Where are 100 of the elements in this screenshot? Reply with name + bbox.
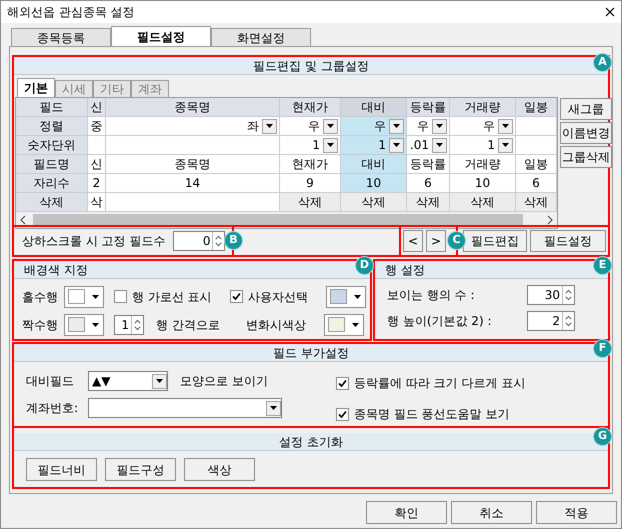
table-cell: 삭 xyxy=(88,193,106,212)
table-cell: 6 xyxy=(516,174,557,193)
button[interactable]: 색상 xyxy=(184,458,255,481)
tab[interactable]: 필드설정 xyxy=(111,26,211,46)
table-cell: 대비 xyxy=(341,155,407,174)
delete-button[interactable]: 삭제 xyxy=(280,193,341,212)
delete-button[interactable]: 삭제 xyxy=(450,193,516,212)
field-label: 행 간격으로 xyxy=(156,316,221,334)
spin-field[interactable]: 1 xyxy=(114,314,144,335)
cell-dropdown[interactable]: 우 xyxy=(280,117,341,136)
row-header: 삭제 xyxy=(16,193,88,212)
dropdown-button[interactable] xyxy=(389,138,404,152)
dropdown-button[interactable] xyxy=(432,138,447,152)
column-header[interactable]: 종목명 xyxy=(106,98,280,117)
annotation-badge: C xyxy=(447,231,466,250)
row-header: 정렬 xyxy=(16,117,88,136)
tab[interactable]: 화면설정 xyxy=(211,28,311,46)
button[interactable]: < xyxy=(403,230,423,252)
dropdown-button[interactable] xyxy=(152,374,167,388)
delete-button[interactable]: 삭제 xyxy=(407,193,450,212)
spin-field[interactable]: 30 xyxy=(527,285,575,305)
column-header[interactable]: 대비 xyxy=(341,98,407,117)
caret-icon xyxy=(90,294,100,299)
button[interactable]: 필드구성 xyxy=(105,458,176,481)
button[interactable]: > xyxy=(426,230,446,252)
checkbox[interactable] xyxy=(114,290,127,304)
caret-icon xyxy=(352,294,362,299)
caret-icon xyxy=(90,322,100,327)
column-header[interactable]: 현재가 xyxy=(280,98,341,117)
row-header: 필드명 xyxy=(16,155,88,174)
caret-icon xyxy=(327,143,334,147)
dropdown-button[interactable] xyxy=(266,400,281,416)
cell-dropdown[interactable]: 1 xyxy=(341,136,407,155)
button[interactable]: 필드편집 xyxy=(463,230,527,252)
table-cell: 9 xyxy=(280,174,341,193)
tab[interactable]: 기타 xyxy=(93,80,131,97)
caret-icon xyxy=(270,406,277,410)
dropdown-button[interactable] xyxy=(323,118,338,134)
column-header[interactable]: 신 xyxy=(88,98,106,117)
annotation-badge: E xyxy=(593,256,612,275)
checkbox[interactable] xyxy=(336,376,349,390)
color-picker[interactable] xyxy=(326,286,366,308)
account-dropdown[interactable] xyxy=(88,398,282,418)
field-label: 짝수행 xyxy=(22,316,59,334)
spin-arrows-icon xyxy=(562,286,574,304)
spin-field[interactable]: 0 xyxy=(173,231,226,251)
tab[interactable]: 종목등록 xyxy=(11,28,111,46)
dropdown-button[interactable] xyxy=(262,118,277,134)
button[interactable]: 필드너비 xyxy=(26,458,97,481)
checkbox[interactable] xyxy=(336,408,349,420)
cell-dropdown[interactable]: .01 xyxy=(407,136,450,155)
delete-button[interactable]: 삭제 xyxy=(516,193,557,212)
delete-button[interactable]: 삭제 xyxy=(341,193,407,212)
checkbox-label: 등락률에 따라 크기 다르게 표시 xyxy=(354,375,526,392)
dropdown-field[interactable]: ▲▼ xyxy=(88,371,168,391)
table-cell: 신 xyxy=(88,155,106,174)
button[interactable]: 새그룹 xyxy=(560,98,612,120)
tab[interactable]: 시세 xyxy=(55,80,93,97)
field-label: 행 높이(기본값 2) : xyxy=(387,313,492,330)
field-label: 홀수행 xyxy=(22,288,59,306)
caret-icon xyxy=(266,124,273,128)
checkbox[interactable] xyxy=(230,290,243,304)
cell-dropdown[interactable]: 1 xyxy=(280,136,341,155)
tab[interactable]: 기본 xyxy=(17,78,55,97)
annotation-badge: A xyxy=(593,53,612,72)
spin-arrows-icon xyxy=(212,232,224,250)
dropdown-button[interactable] xyxy=(323,138,338,152)
button[interactable]: 그룹삭제 xyxy=(560,146,612,168)
cell-dropdown[interactable]: 우 xyxy=(450,117,516,136)
caret-icon xyxy=(436,143,443,147)
button[interactable]: 취소 xyxy=(451,501,532,524)
cell-dropdown[interactable]: 우 xyxy=(407,117,450,136)
dropdown-button[interactable] xyxy=(389,118,404,134)
color-picker[interactable] xyxy=(64,314,104,336)
button[interactable]: 확인 xyxy=(366,501,447,524)
annotation-badge: G xyxy=(593,427,612,446)
field-label: 변화시색상 xyxy=(246,316,307,334)
tab[interactable]: 계좌 xyxy=(131,80,169,97)
column-header[interactable]: 일봉 xyxy=(516,98,557,117)
color-picker[interactable] xyxy=(64,286,104,308)
button[interactable]: 이름변경 xyxy=(560,122,612,144)
cell-dropdown[interactable]: 1 xyxy=(450,136,516,155)
table-cell: 2 xyxy=(88,174,106,193)
field-label: 상하스크롤 시 고정 필드수 xyxy=(22,233,166,250)
column-header[interactable]: 등락률 xyxy=(407,98,450,117)
button[interactable]: 필드설정 xyxy=(530,230,606,252)
close-icon[interactable] xyxy=(605,7,615,17)
dropdown-button[interactable] xyxy=(498,138,513,152)
spin-field[interactable]: 2 xyxy=(527,311,575,331)
button[interactable]: 적용 xyxy=(536,501,617,524)
dropdown-button[interactable] xyxy=(498,118,513,134)
column-header[interactable]: 거래량 xyxy=(450,98,516,117)
row-header: 자리수 xyxy=(16,174,88,193)
table-cell: 6 xyxy=(407,174,450,193)
spin-arrows-icon xyxy=(562,312,574,330)
color-picker[interactable] xyxy=(324,314,364,336)
cell-dropdown[interactable]: 좌 xyxy=(106,117,280,136)
dropdown-button[interactable] xyxy=(432,118,447,134)
cell-dropdown[interactable]: 우 xyxy=(341,117,407,136)
table-cell: 14 xyxy=(106,174,280,193)
